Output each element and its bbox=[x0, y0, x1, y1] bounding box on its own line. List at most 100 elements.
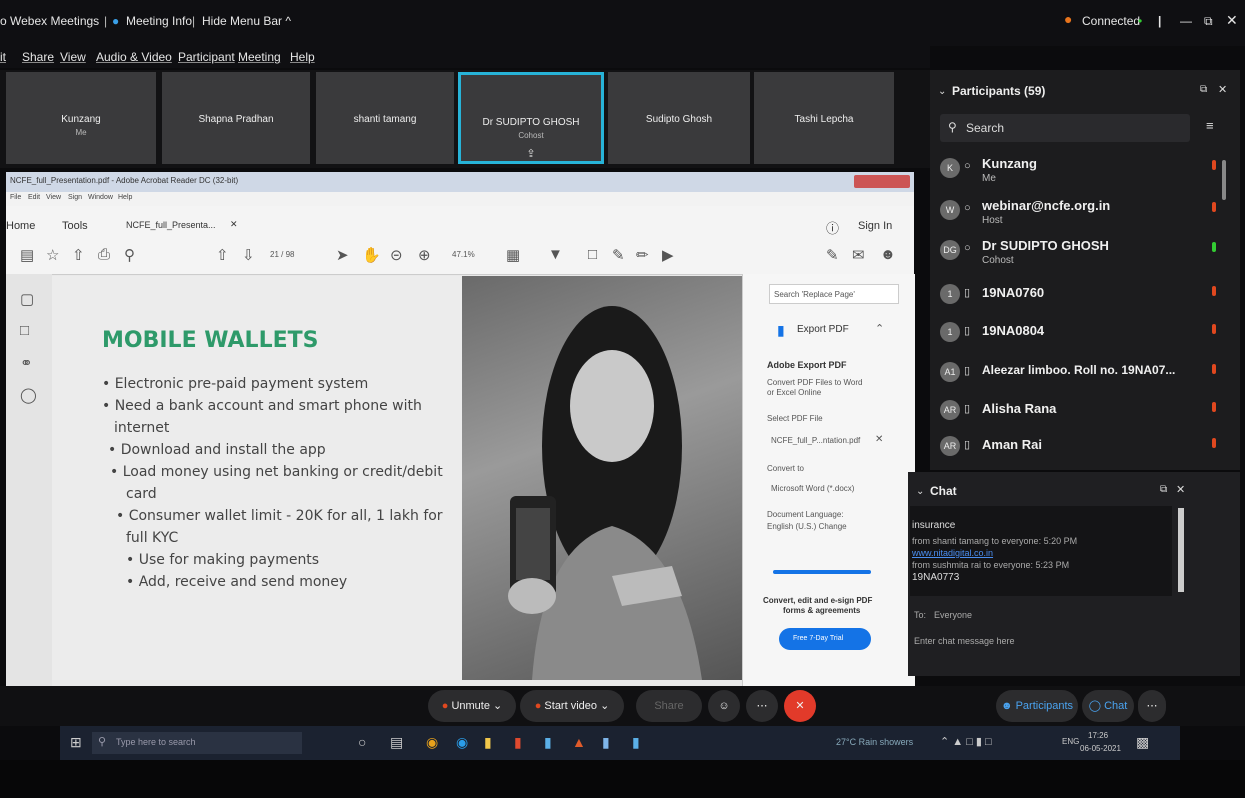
close-tab-icon[interactable]: ✕ bbox=[230, 219, 238, 230]
page-number[interactable]: 21 / 98 bbox=[270, 250, 294, 259]
muted-mic-icon[interactable] bbox=[1212, 202, 1216, 212]
zoom-level[interactable]: 47.1% bbox=[452, 250, 475, 259]
tray-icons[interactable]: ⌃ ▲ □ ▮ □ bbox=[940, 735, 992, 748]
active-mic-icon[interactable] bbox=[1212, 242, 1216, 252]
sort-icon[interactable]: ≡ bbox=[1206, 118, 1214, 133]
clock-date[interactable]: 06-05-2021 bbox=[1080, 744, 1121, 753]
reactions-button[interactable]: ☺ bbox=[708, 690, 740, 722]
chat-input[interactable]: Enter chat message here bbox=[914, 636, 1015, 646]
fit-page-icon[interactable]: ▦ bbox=[506, 246, 520, 264]
selected-file-name[interactable]: NCFE_full_P...ntation.pdf bbox=[771, 436, 860, 445]
acro-menu-view[interactable]: View bbox=[46, 194, 61, 201]
layers-icon[interactable]: ◯ bbox=[20, 386, 37, 404]
notifications-icon[interactable]: ▩ bbox=[1136, 734, 1149, 751]
print-icon[interactable]: ⎙ bbox=[98, 246, 110, 263]
muted-mic-icon[interactable] bbox=[1212, 286, 1216, 296]
participant-row[interactable]: A1 ▯ Aleezar limboo. Roll no. 19NA07... bbox=[940, 358, 1230, 396]
menu-view[interactable]: View bbox=[60, 50, 86, 64]
webex-app-icon[interactable]: ▮ bbox=[544, 734, 552, 751]
language-value[interactable]: English (U.S.) Change bbox=[767, 522, 847, 531]
hide-menu-bar-button[interactable]: Hide Menu Bar ^ bbox=[202, 14, 291, 28]
zoom-out-icon[interactable]: ⊝ bbox=[390, 246, 403, 264]
maximize-button[interactable]: ⧉ bbox=[1204, 14, 1213, 29]
page-up-icon[interactable]: ⇧ bbox=[216, 246, 229, 264]
acro-menu-sign[interactable]: Sign bbox=[68, 194, 82, 201]
participant-row[interactable]: DG ○ Dr SUDIPTO GHOSH Cohost bbox=[940, 236, 1230, 274]
menu-participant[interactable]: Participant bbox=[178, 50, 235, 64]
share-link-icon[interactable]: ✎ bbox=[826, 246, 839, 264]
popout-icon[interactable]: ⧉ bbox=[1200, 84, 1207, 95]
minimize-button[interactable]: — bbox=[1180, 14, 1192, 28]
muted-mic-icon[interactable] bbox=[1212, 438, 1216, 448]
recipient-select[interactable]: Everyone bbox=[934, 610, 972, 620]
collapse-icon[interactable]: ⌃ bbox=[875, 322, 884, 335]
pinned-app-icon[interactable]: ▮ bbox=[602, 734, 610, 751]
zoom-in-icon[interactable]: ⊕ bbox=[418, 246, 431, 264]
weather-widget[interactable]: 27°C Rain showers bbox=[836, 737, 913, 747]
more-options-button[interactable]: ⋯ bbox=[746, 690, 778, 722]
taskbar-search-input[interactable]: ⚲ Type here to search bbox=[92, 732, 302, 754]
participant-row[interactable]: K ○ Kunzang Me bbox=[940, 154, 1230, 192]
pinned-app-icon[interactable]: ▮ bbox=[632, 734, 640, 751]
bookmarks-icon[interactable]: □ bbox=[20, 322, 29, 339]
menu-meeting[interactable]: Meeting bbox=[238, 50, 281, 64]
close-window-button[interactable]: ✕ bbox=[1226, 12, 1238, 29]
stamp-icon[interactable]: ▶ bbox=[662, 246, 674, 264]
chat-toggle-button[interactable]: ◯ Chat bbox=[1082, 690, 1134, 722]
tab-tools[interactable]: Tools bbox=[62, 220, 88, 232]
acro-menu-edit[interactable]: Edit bbox=[28, 194, 40, 201]
format-select[interactable]: Microsoft Word (*.docx) bbox=[771, 484, 854, 493]
video-tile-active[interactable]: Dr SUDIPTO GHOSH Cohost ⇪ bbox=[458, 72, 604, 164]
help-icon[interactable]: ⓘ bbox=[826, 218, 839, 237]
video-tile[interactable]: Sudipto Ghosh bbox=[608, 72, 750, 164]
windows-start-icon[interactable]: ⊞ bbox=[70, 734, 82, 751]
acro-menu-file[interactable]: File bbox=[10, 194, 21, 201]
bookmark-star-icon[interactable]: ☆ bbox=[46, 246, 59, 264]
start-video-button[interactable]: ● Start video ⌄ bbox=[520, 690, 624, 722]
add-user-icon[interactable]: ☻ bbox=[880, 246, 896, 263]
chrome-icon[interactable]: ◉ bbox=[426, 734, 438, 751]
video-tile[interactable]: Shapna Pradhan bbox=[162, 72, 310, 164]
comment-icon[interactable]: □ bbox=[588, 246, 597, 263]
video-tile[interactable]: Tashi Lepcha bbox=[754, 72, 894, 164]
participant-row[interactable]: 1 ▯ 19NA0760 bbox=[940, 280, 1230, 318]
muted-mic-icon[interactable] bbox=[1212, 160, 1216, 170]
window-controls[interactable] bbox=[854, 175, 910, 188]
sign-in-link[interactable]: Sign In bbox=[858, 220, 892, 232]
hand-tool-icon[interactable]: ✋ bbox=[362, 246, 381, 264]
chat-messages[interactable]: insurance from shanti tamang to everyone… bbox=[910, 506, 1184, 596]
chat-link[interactable]: www.nitadigital.co.in bbox=[912, 548, 993, 558]
acrobat-icon[interactable]: ▲ bbox=[572, 734, 586, 750]
video-tile[interactable]: shanti tamang bbox=[316, 72, 454, 164]
pages-icon[interactable]: ▢ bbox=[20, 290, 34, 308]
menu-share[interactable]: Share bbox=[22, 50, 54, 64]
chevron-down-icon[interactable]: ⌄ bbox=[938, 86, 946, 97]
acro-menu-window[interactable]: Window bbox=[88, 194, 113, 201]
remove-file-icon[interactable]: ✕ bbox=[875, 434, 883, 445]
video-tile[interactable]: Kunzang Me bbox=[6, 72, 156, 164]
attachments-icon[interactable]: ⚭ bbox=[20, 354, 33, 372]
acro-menu-help[interactable]: Help bbox=[118, 194, 132, 201]
share-button[interactable]: Share bbox=[636, 690, 702, 722]
mail-icon[interactable]: ✉ bbox=[852, 246, 865, 264]
leave-meeting-button[interactable]: ✕ bbox=[784, 690, 816, 722]
unmute-button[interactable]: ● Unmute ⌄ bbox=[428, 690, 516, 722]
connection-status[interactable]: Connected bbox=[1082, 14, 1140, 28]
menu-audio-video[interactable]: Audio & Video bbox=[96, 50, 172, 64]
sign-icon[interactable]: ✏ bbox=[636, 246, 649, 264]
export-pdf-heading[interactable]: Export PDF bbox=[797, 324, 849, 335]
chat-scrollbar[interactable] bbox=[1178, 508, 1184, 592]
participants-toggle-button[interactable]: ☻ Participants bbox=[996, 690, 1078, 722]
create-icon[interactable]: ▤ bbox=[20, 246, 34, 264]
input-language[interactable]: ENG bbox=[1062, 737, 1079, 746]
menu-help[interactable]: Help bbox=[290, 50, 315, 64]
tools-search-input[interactable]: Search 'Replace Page' bbox=[769, 284, 899, 304]
close-panel-icon[interactable]: ✕ bbox=[1218, 83, 1227, 96]
search-icon[interactable]: ⚲ bbox=[124, 246, 135, 264]
free-trial-button[interactable]: Free 7-Day Trial bbox=[779, 628, 871, 650]
participant-row[interactable]: AR ▯ Aman Rai bbox=[940, 432, 1230, 470]
edge-icon[interactable]: ◉ bbox=[456, 734, 468, 751]
muted-mic-icon[interactable] bbox=[1212, 364, 1216, 374]
participants-scrollbar[interactable] bbox=[1222, 160, 1226, 200]
pen-icon[interactable]: ✎ bbox=[612, 246, 625, 264]
